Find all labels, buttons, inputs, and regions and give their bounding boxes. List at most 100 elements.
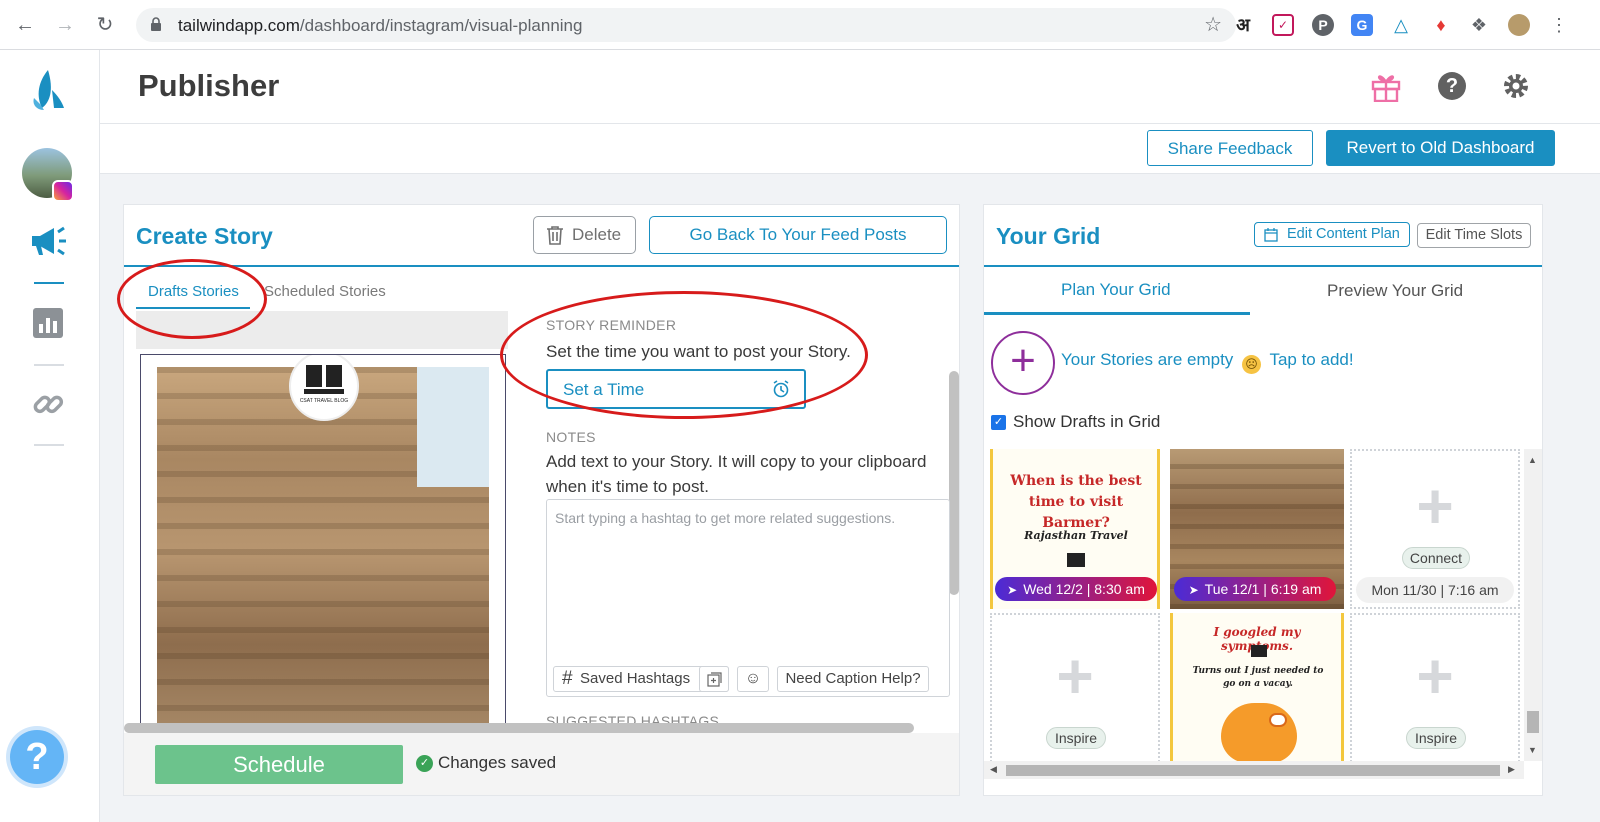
edit-time-slots-button[interactable]: Edit Time Slots (1417, 223, 1531, 248)
show-drafts-label: Show Drafts in Grid (1013, 412, 1161, 431)
connect-chip[interactable]: Connect (1402, 547, 1470, 569)
add-slot-icon: + (1416, 470, 1454, 542)
scroll-up-icon[interactable]: ▲ (1528, 455, 1537, 465)
left-sidebar: ? (0, 50, 100, 822)
bottom-action-bar: Schedule ✓ Changes saved (124, 733, 959, 795)
suggested-hashtags-label: SUGGESTED HASHTAGS (546, 713, 720, 723)
plus-circle-icon[interactable]: + (991, 331, 1055, 395)
scheduled-time-pill: ➤ Wed 12/2 | 8:30 am (995, 577, 1157, 601)
create-story-title: Create Story (136, 223, 273, 249)
notes-placeholder: Start typing a hashtag to get more relat… (555, 510, 896, 526)
rail-divider (34, 364, 64, 366)
grid-scroll-thumb[interactable] (1527, 711, 1539, 733)
reload-icon[interactable]: ↻ (92, 12, 118, 38)
gift-icon[interactable] (1370, 70, 1402, 102)
send-icon: ➤ (1188, 583, 1199, 597)
pinterest-extension-icon[interactable]: P (1312, 14, 1334, 36)
grid-tile-empty[interactable]: + Connect Mon 11/30 | 7:16 am (1350, 449, 1520, 609)
notes-textarea[interactable]: Start typing a hashtag to get more relat… (546, 499, 950, 697)
grid-tile[interactable]: I googled my symptoms. Turns out I just … (1170, 613, 1344, 761)
back-arrow-icon[interactable]: ← (12, 12, 38, 38)
delete-button[interactable]: Delete (533, 216, 636, 254)
question-icon[interactable]: ? (1438, 72, 1466, 100)
trash-icon (547, 226, 563, 245)
grid-panel-rule (984, 265, 1542, 267)
address-bar[interactable]: tailwindapp.com/dashboard/instagram/visu… (136, 8, 1236, 42)
add-image-button[interactable] (699, 666, 729, 692)
url-path: /dashboard/instagram/visual-planning (299, 16, 583, 35)
lock-icon (151, 17, 161, 31)
horizontal-scrollbar[interactable] (124, 723, 914, 733)
story-reminder-label: STORY REMINDER (546, 317, 677, 333)
instagram-badge-icon (52, 180, 74, 202)
story-reminder-text: Set the time you want to post your Story… (546, 342, 851, 361)
sad-face-icon: ☹ (1242, 355, 1262, 374)
profile-avatar[interactable] (1508, 14, 1530, 36)
inspire-chip[interactable]: Inspire (1046, 727, 1106, 749)
calendar-icon (1264, 228, 1278, 242)
gear-icon[interactable] (1500, 70, 1532, 102)
pocket-extension-icon[interactable]: ✓ (1272, 14, 1294, 36)
translate-extension-icon[interactable]: G (1351, 14, 1373, 36)
scroll-right-icon[interactable]: ▶ (1508, 764, 1515, 775)
caption-help-button[interactable]: Need Caption Help? (777, 666, 929, 692)
help-icon[interactable]: ? (10, 730, 64, 784)
scroll-left-icon[interactable]: ◀ (990, 764, 997, 775)
url-host: tailwindapp.com (178, 16, 300, 35)
hashtag-icon: # (562, 668, 573, 689)
cartoon-bird-image (1221, 703, 1297, 761)
go-back-feed-button[interactable]: Go Back To Your Feed Posts (649, 216, 947, 254)
show-drafts-checkbox[interactable]: ✓ (991, 415, 1006, 430)
notes-label: NOTES (546, 429, 596, 445)
grid-vertical-scrollbar[interactable]: ▲ ▼ (1524, 449, 1542, 761)
tab-preview-your-grid[interactable]: Preview Your Grid (1327, 281, 1463, 301)
stories-empty-text[interactable]: Your Stories are empty ☹ Tap to add! (1061, 350, 1354, 374)
tailwind-extension-icon[interactable]: △ (1390, 14, 1412, 36)
story-image (157, 367, 489, 733)
changes-saved-status: Changes saved (438, 753, 557, 772)
tab-drafts-stories[interactable]: Drafts Stories (148, 283, 239, 300)
rail-divider (34, 444, 64, 446)
set-time-field[interactable]: Set a Time (546, 369, 806, 409)
tile-headline: When is the best time to visit Barmer? (1010, 473, 1142, 531)
add-slot-icon: + (1416, 640, 1454, 712)
create-story-panel: Create Story Delete Go Back To Your Feed… (117, 204, 960, 796)
delete-label: Delete (572, 225, 622, 244)
grid-horizontal-scrollbar[interactable]: ◀ ▶ (984, 761, 1524, 779)
panel-rule (124, 265, 959, 267)
vertical-scrollbar[interactable] (949, 371, 959, 595)
brave-extension-icon[interactable]: ♦ (1430, 14, 1452, 36)
saved-hashtags-label: Saved Hashtags (580, 670, 691, 687)
send-icon: ➤ (1007, 583, 1018, 597)
revert-dashboard-button[interactable]: Revert to Old Dashboard (1326, 130, 1555, 166)
tap-to-add-label: Tap to add! (1269, 350, 1354, 369)
tile-subtext: Rajasthan Travel (1024, 529, 1128, 542)
grid-tile-empty[interactable]: + Inspire (1350, 613, 1520, 761)
share-feedback-button[interactable]: Share Feedback (1147, 130, 1313, 166)
scroll-down-icon[interactable]: ▼ (1528, 745, 1537, 755)
grid-tile-empty[interactable]: + Inspire (990, 613, 1160, 761)
analytics-icon[interactable] (33, 308, 63, 338)
link-icon[interactable] (32, 388, 64, 420)
tile-subtext: Turns out I just needed to go on a vacay… (1192, 666, 1324, 689)
grid-tiles-area: When is the best time to visit Barmer? R… (984, 449, 1524, 761)
story-preview-frame[interactable]: CSAT TRAVEL BLOG (140, 354, 506, 734)
forward-arrow-icon[interactable]: → (52, 12, 78, 38)
tailwind-logo-icon[interactable] (28, 68, 68, 112)
grid-hscroll-thumb[interactable] (1006, 765, 1500, 776)
url-text: tailwindapp.com/dashboard/instagram/visu… (178, 16, 582, 36)
star-icon[interactable]: ☆ (1204, 12, 1222, 37)
edit-content-plan-button[interactable]: Edit Content Plan (1254, 222, 1410, 247)
stories-empty-label: Your Stories are empty (1061, 350, 1234, 369)
tab-plan-your-grid[interactable]: Plan Your Grid (1061, 280, 1171, 300)
tab-scheduled-stories[interactable]: Scheduled Stories (264, 283, 386, 300)
emoji-icon[interactable]: ☺ (737, 666, 769, 692)
puzzle-extension-icon[interactable]: ❖ (1468, 14, 1490, 36)
hindi-extension-icon[interactable]: अ (1232, 14, 1254, 36)
slot-time: Mon 11/30 | 7:16 am (1356, 577, 1514, 603)
menu-icon[interactable]: ⋮ (1548, 14, 1570, 36)
blog-logo-icon (304, 365, 344, 394)
inspire-chip[interactable]: Inspire (1406, 727, 1466, 749)
schedule-button[interactable]: Schedule (155, 745, 403, 784)
megaphone-icon[interactable] (30, 226, 68, 256)
